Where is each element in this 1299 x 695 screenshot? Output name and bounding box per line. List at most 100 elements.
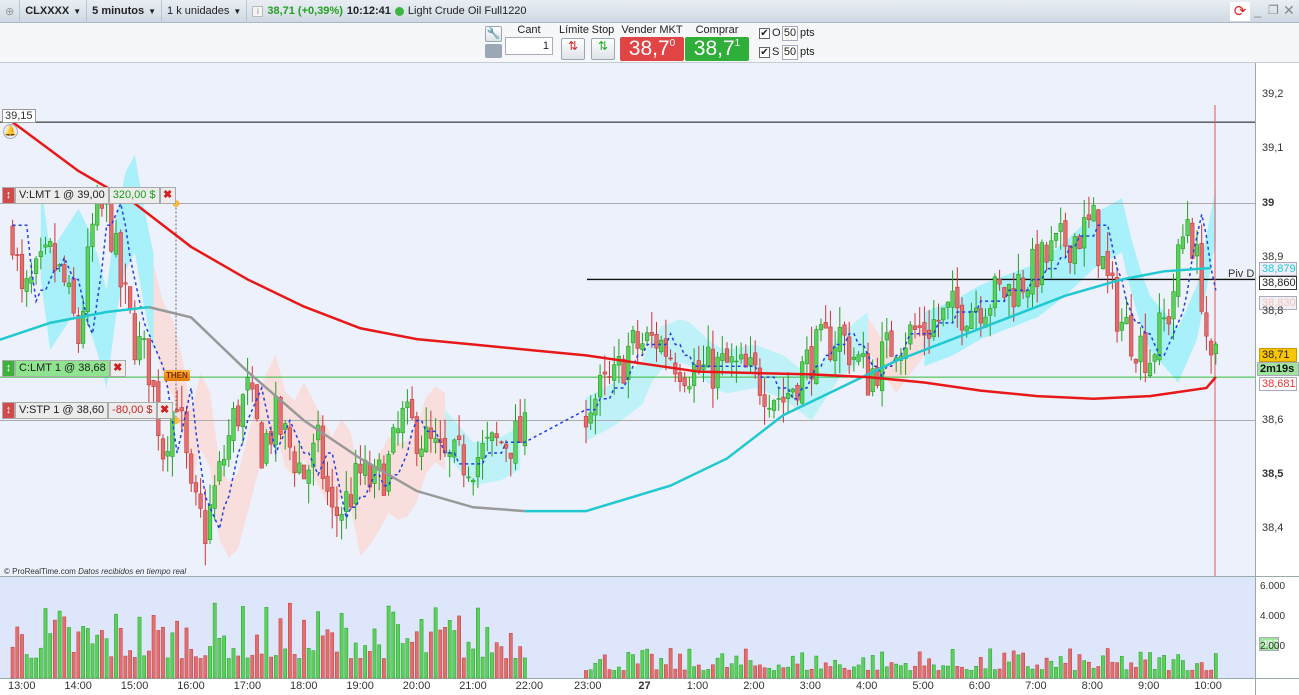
volume-bar (1096, 666, 1101, 679)
drag-handle-icon[interactable]: ↕ (2, 360, 15, 377)
volume-bar (767, 668, 772, 679)
volume-bar (330, 632, 335, 679)
candle-body (941, 307, 946, 321)
volume-bar (649, 653, 654, 679)
keyboard-icon[interactable] (485, 44, 502, 58)
restore-button[interactable]: ❐ (1268, 3, 1279, 17)
then-badge[interactable]: THEN (164, 370, 190, 381)
volume-bar (339, 613, 344, 679)
cancel-order-icon[interactable]: ✖ (109, 360, 126, 377)
candle-body (15, 254, 20, 256)
volume-bar (997, 668, 1002, 679)
volume-bar (43, 608, 48, 679)
volume-bar (269, 656, 273, 679)
cancel-order-icon[interactable]: ✖ (159, 187, 176, 204)
bell-icon[interactable]: 🔔 (3, 124, 18, 139)
time-tick: 14:00 (64, 680, 92, 692)
candle-body (847, 336, 852, 366)
candle-body (743, 353, 748, 368)
link-icon[interactable]: ⊕ (0, 0, 21, 23)
volume-bar (640, 650, 645, 679)
chevron-down-icon: ▼ (233, 6, 242, 16)
candle-body (612, 364, 617, 381)
volume-bar (847, 669, 852, 679)
candle-body (1147, 362, 1153, 377)
volume-bar (396, 624, 400, 679)
candle-body (1209, 340, 1214, 356)
candle-body (381, 463, 387, 496)
volume-bar (410, 641, 414, 679)
candle-body (1194, 244, 1200, 257)
candle-body (1185, 219, 1190, 236)
order-sell-limit[interactable]: ↕ V:LMT 1 @ 39,00 320,00 $ ✖ (2, 187, 176, 204)
sell-market-button[interactable]: 38,70 (620, 37, 684, 61)
volume-bar (48, 633, 53, 679)
candle-body (1072, 236, 1077, 264)
time-tick: 21:00 (459, 680, 487, 692)
candle-body (884, 332, 889, 341)
info-icon[interactable]: i (252, 5, 264, 17)
candle-body (259, 422, 264, 469)
price-chart[interactable] (0, 63, 1299, 695)
refresh-icon[interactable]: ⟳ (1230, 2, 1250, 21)
candle-body (485, 436, 490, 439)
limit-order-button[interactable]: ⇅ (561, 38, 585, 60)
candle-body (861, 353, 866, 357)
volume-bar (664, 664, 668, 679)
price-tick: 39 (1262, 196, 1275, 209)
volume-bar (668, 648, 673, 679)
close-button[interactable]: ✕ (1283, 2, 1295, 19)
volume-bar (62, 616, 67, 679)
candle-body (193, 482, 199, 493)
s-checkbox[interactable]: ✔ (759, 47, 770, 58)
volume-bar (85, 628, 90, 679)
volume-bar (151, 615, 156, 679)
cancel-order-icon[interactable]: ✖ (156, 402, 173, 419)
volume-bar (790, 655, 795, 679)
candle-body (583, 415, 589, 428)
limit-label: Límite (559, 24, 589, 36)
alert-price-label[interactable]: 39,15 (2, 109, 36, 123)
chart-area[interactable]: 39,15 🔔 ↕ V:LMT 1 @ 39,00 320,00 $ ✖ ↕ C… (0, 63, 1299, 695)
minimize-button[interactable]: _ (1254, 3, 1261, 18)
volume-bar (316, 611, 320, 679)
candle-body (856, 354, 861, 362)
time-tick: 17:00 (233, 680, 262, 692)
volume-tick: 6.000 (1260, 581, 1286, 592)
order-buy-limit[interactable]: ↕ C:LMT 1 @ 38,68 ✖ (2, 360, 126, 377)
candle-body (1016, 273, 1021, 307)
volume-bar (725, 667, 729, 679)
o-checkbox[interactable]: ✔ (759, 28, 770, 39)
volume-bar (292, 654, 297, 679)
volume-bar (518, 646, 523, 679)
symbol-selector[interactable]: CLXXXX ▼ (20, 0, 88, 23)
volume-bar (358, 658, 363, 679)
order-sell-stop[interactable]: ↕ V:STP 1 @ 38,60 -80,00 $ ✖ (2, 402, 173, 419)
candle-body (330, 486, 335, 508)
volume-bar (1148, 652, 1152, 679)
volume-bar (255, 634, 259, 679)
candle-body (160, 438, 166, 460)
timeframe-selector[interactable]: 5 minutos ▼ (87, 0, 163, 23)
buy-market-button[interactable]: 38,71 (685, 37, 749, 61)
price-tick: 39,1 (1262, 142, 1284, 155)
stop-order-button[interactable]: ⇅ (591, 38, 615, 60)
wrench-icon[interactable]: 🔧 (485, 26, 502, 42)
drag-handle-icon[interactable]: ↕ (2, 187, 15, 204)
candle-body (1105, 251, 1110, 276)
volume-bar (499, 646, 504, 679)
o-points-input[interactable]: 50 (782, 26, 798, 41)
quantity-input[interactable]: 1 (505, 37, 553, 55)
drag-handle-icon[interactable]: ↕ (2, 402, 15, 419)
units-selector[interactable]: 1 k unidades ▼ (162, 0, 248, 23)
candle-body (1180, 236, 1185, 250)
candle-body (959, 304, 965, 331)
volume-bar (161, 626, 165, 679)
cyan-ma-tag: 38,879 (1259, 262, 1297, 276)
time-tick: 10:00 (1194, 680, 1222, 692)
s-points-input[interactable]: 50 (782, 45, 798, 60)
volume-bar (1016, 654, 1021, 679)
candle-body (287, 427, 293, 448)
volume-bar (1134, 667, 1138, 679)
volume-bar (1021, 652, 1025, 679)
